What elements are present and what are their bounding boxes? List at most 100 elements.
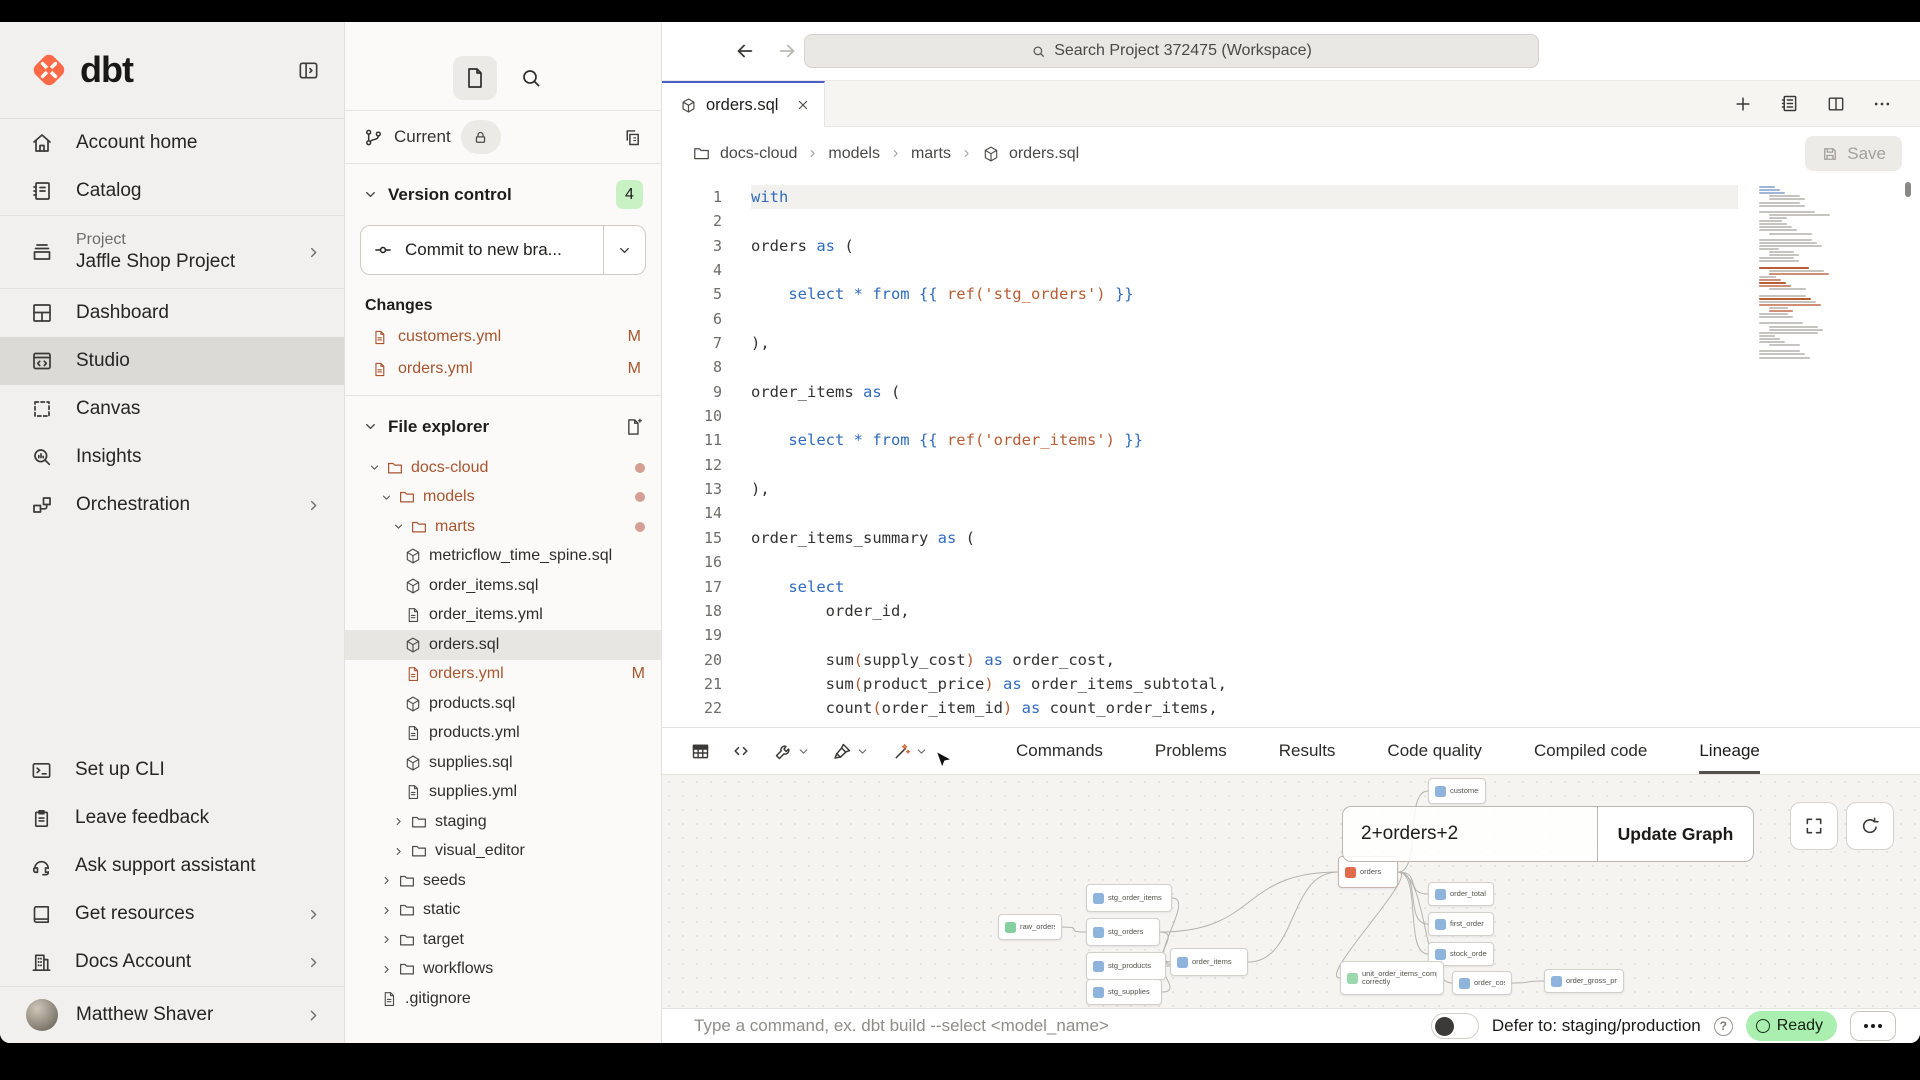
close-icon[interactable] xyxy=(796,98,810,112)
fix-wand-icon[interactable] xyxy=(891,741,928,762)
tab-results[interactable]: Results xyxy=(1279,728,1336,774)
sidebar-item-account-home[interactable]: Account home xyxy=(0,119,344,167)
fullscreen-button[interactable] xyxy=(1790,802,1838,850)
compile-code-icon[interactable] xyxy=(731,741,751,761)
preview-table-icon[interactable] xyxy=(690,741,711,762)
tree-item-marts[interactable]: marts xyxy=(345,512,661,542)
chevron-down-icon[interactable] xyxy=(856,745,869,758)
breadcrumb-item[interactable]: docs-cloud xyxy=(720,145,797,163)
files-view-button[interactable] xyxy=(453,56,497,100)
chevron-down-icon[interactable] xyxy=(380,491,394,504)
sidebar-item-dashboard[interactable]: Dashboard xyxy=(0,289,344,337)
help-question-icon[interactable]: ? xyxy=(1714,1017,1733,1036)
commit-dropdown-button[interactable] xyxy=(603,226,645,274)
tab-commands[interactable]: Commands xyxy=(1016,728,1103,774)
tab-problems[interactable]: Problems xyxy=(1155,728,1227,774)
editor-scrollbar[interactable] xyxy=(1905,182,1911,197)
tree-item-visual-editor[interactable]: visual_editor xyxy=(345,837,661,867)
tree-item--gitignore[interactable]: .gitignore xyxy=(345,984,661,1014)
lineage-node-unit_test[interactable]: unit_order_items_compare_is_tests correc… xyxy=(1340,961,1444,995)
chevron-right-icon[interactable] xyxy=(380,874,394,887)
sidebar-item-ask-support-assistant[interactable]: Ask support assistant xyxy=(0,842,344,890)
lineage-node-customers[interactable]: customers xyxy=(1428,778,1486,804)
breadcrumb-item[interactable]: models xyxy=(828,145,880,163)
command-input[interactable] xyxy=(694,1016,1431,1036)
commit-button[interactable]: Commit to new bra... xyxy=(360,225,646,275)
tree-item-orders-yml[interactable]: orders.ymlM xyxy=(345,660,661,690)
changed-file-customers-yml[interactable]: customers.ymlM xyxy=(345,321,661,353)
sidebar-item-jaffle-shop-project[interactable]: ProjectJaffle Shop Project xyxy=(0,216,344,288)
tree-item-target[interactable]: target xyxy=(345,925,661,955)
status-badge[interactable]: Ready xyxy=(1746,1011,1837,1041)
defer-toggle[interactable] xyxy=(1431,1013,1479,1039)
changed-file-orders-yml[interactable]: orders.ymlM xyxy=(345,353,661,385)
more-options-icon[interactable] xyxy=(1872,94,1892,114)
sidebar-item-orchestration[interactable]: Orchestration xyxy=(0,481,344,529)
back-arrow-icon[interactable] xyxy=(734,40,756,62)
new-file-icon[interactable] xyxy=(623,412,643,441)
chevron-down-icon[interactable] xyxy=(915,745,928,758)
sidebar-item-docs-account[interactable]: Docs Account xyxy=(0,938,344,986)
lineage-node-order_cost[interactable]: order_cost xyxy=(1452,971,1512,995)
tree-item-static[interactable]: static xyxy=(345,896,661,926)
more-actions-button[interactable] xyxy=(1850,1011,1896,1041)
lineage-node-stg_products[interactable]: stg_products xyxy=(1086,952,1166,980)
sidebar-item-user[interactable]: Matthew Shaver xyxy=(0,987,344,1043)
branch-row[interactable]: Current xyxy=(345,110,661,164)
tree-item-seeds[interactable]: seeds xyxy=(345,866,661,896)
update-graph-button[interactable]: Update Graph xyxy=(1597,806,1754,862)
lineage-node-order_total[interactable]: order_total xyxy=(1428,882,1494,906)
tree-item-docs-cloud[interactable]: docs-cloud xyxy=(345,453,661,483)
tree-item-order-items-yml[interactable]: order_items.yml xyxy=(345,601,661,631)
code-editor[interactable]: 1with23orders as (45 select * from {{ re… xyxy=(662,180,1920,727)
tree-item-metricflow-time-spine-sql[interactable]: metricflow_time_spine.sql xyxy=(345,542,661,572)
file-explorer-header[interactable]: File explorer xyxy=(345,395,661,451)
refresh-button[interactable] xyxy=(1846,802,1894,850)
format-brush-icon[interactable] xyxy=(832,741,869,762)
lineage-node-stg_supplies[interactable]: stg_supplies xyxy=(1086,979,1162,1005)
sidebar-collapse-icon[interactable] xyxy=(297,59,320,82)
tree-item-staging[interactable]: staging xyxy=(345,807,661,837)
tree-item-supplies-yml[interactable]: supplies.yml xyxy=(345,778,661,808)
copy-icon[interactable] xyxy=(622,127,643,148)
sidebar-item-get-resources[interactable]: Get resources xyxy=(0,890,344,938)
tree-item-order-items-sql[interactable]: order_items.sql xyxy=(345,571,661,601)
sidebar-item-catalog[interactable]: Catalog xyxy=(0,167,344,215)
tab-lineage[interactable]: Lineage xyxy=(1699,728,1760,774)
chevron-right-icon[interactable] xyxy=(380,933,394,946)
lineage-node-order_items[interactable]: order_items xyxy=(1170,948,1248,976)
tree-item-products-yml[interactable]: products.yml xyxy=(345,719,661,749)
lineage-selector-input[interactable] xyxy=(1342,806,1597,862)
notebook-icon[interactable] xyxy=(1779,93,1800,114)
tab-code-quality[interactable]: Code quality xyxy=(1387,728,1482,774)
tree-item-workflows[interactable]: workflows xyxy=(345,955,661,985)
save-button[interactable]: Save xyxy=(1805,136,1902,171)
tab-orders-sql[interactable]: orders.sql xyxy=(662,81,825,127)
project-search-input[interactable]: Search Project 372475 (Workspace) xyxy=(804,34,1539,68)
breadcrumb-item[interactable]: marts xyxy=(911,145,951,163)
chevron-down-icon[interactable] xyxy=(368,461,382,474)
chevron-down-icon[interactable] xyxy=(392,520,406,533)
chevron-right-icon[interactable] xyxy=(392,845,406,858)
tree-item-products-sql[interactable]: products.sql xyxy=(345,689,661,719)
search-view-button[interactable] xyxy=(509,56,553,100)
chevron-right-icon[interactable] xyxy=(392,815,406,828)
lineage-node-order_gross_profit[interactable]: order_gross_profit xyxy=(1544,969,1624,993)
lineage-node-first_order[interactable]: first_order xyxy=(1428,912,1494,936)
sidebar-item-insights[interactable]: Insights xyxy=(0,433,344,481)
sidebar-item-studio[interactable]: Studio xyxy=(0,337,344,385)
tree-item-orders-sql[interactable]: orders.sql xyxy=(345,630,661,660)
split-editor-icon[interactable] xyxy=(1826,94,1846,114)
lineage-node-stg_orders[interactable]: stg_orders xyxy=(1086,918,1160,946)
lineage-node-raw_orders[interactable]: raw_orders xyxy=(998,914,1062,940)
tab-compiled-code[interactable]: Compiled code xyxy=(1534,728,1647,774)
sidebar-item-canvas[interactable]: Canvas xyxy=(0,385,344,433)
minimap[interactable] xyxy=(1755,186,1833,364)
build-wrench-icon[interactable] xyxy=(773,741,810,762)
lineage-node-stg_order_items[interactable]: stg_order_items xyxy=(1086,884,1172,912)
tree-item-supplies-sql[interactable]: supplies.sql xyxy=(345,748,661,778)
chevron-right-icon[interactable] xyxy=(380,963,394,976)
new-tab-plus-icon[interactable] xyxy=(1733,94,1753,114)
sidebar-item-leave-feedback[interactable]: Leave feedback xyxy=(0,794,344,842)
sidebar-item-set-up-cli[interactable]: Set up CLI xyxy=(0,746,344,794)
